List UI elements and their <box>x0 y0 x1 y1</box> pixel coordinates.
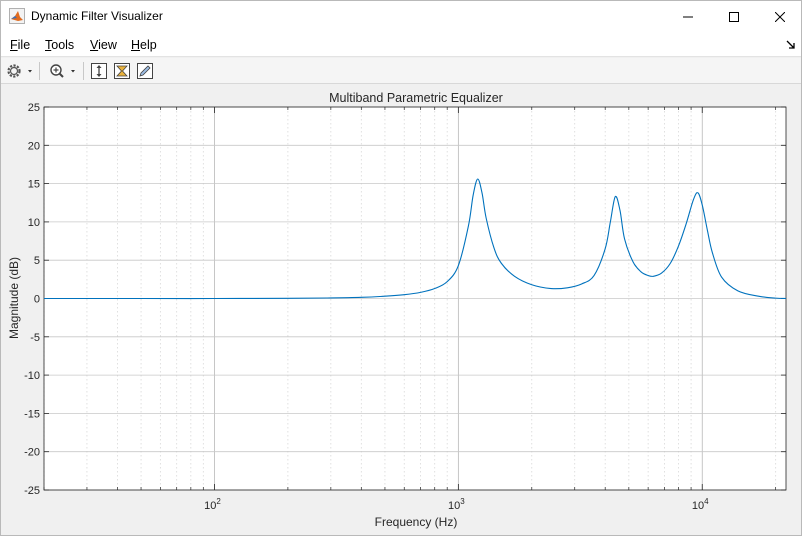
toolbar-separator <box>83 62 84 80</box>
figure-area[interactable]: Multiband Parametric Equalizer Frequency… <box>1 85 801 535</box>
x-axis-label: Frequency (Hz) <box>375 515 458 529</box>
matlab-logo-icon <box>9 8 25 24</box>
close-button[interactable] <box>757 1 802 32</box>
frequency-range-icon <box>114 63 130 79</box>
menu-bar: File Tools View Help <box>1 32 801 57</box>
y-tick-label: -15 <box>24 408 40 420</box>
dock-arrow-icon[interactable] <box>786 40 796 50</box>
maximize-button[interactable] <box>711 1 757 32</box>
menu-tools[interactable]: Tools <box>45 38 74 52</box>
y-tick-label: 15 <box>28 179 40 191</box>
zoom-in-icon <box>50 64 75 78</box>
toolbar-separator <box>39 62 40 80</box>
frequency-range-button[interactable] <box>113 61 131 81</box>
y-tick-label: -5 <box>30 332 40 344</box>
y-tick-label: 25 <box>28 102 40 114</box>
close-icon <box>775 11 785 22</box>
y-tick-label: 5 <box>34 255 40 267</box>
y-tick-label: -25 <box>24 485 40 497</box>
title-bar[interactable]: Dynamic Filter Visualizer <box>1 1 801 32</box>
menu-view[interactable]: View <box>90 38 117 52</box>
maximize-icon <box>729 11 739 22</box>
y-tick-label: 0 <box>34 294 40 306</box>
y-tick-label: 20 <box>28 140 40 152</box>
x-tick-label: 103 <box>448 497 465 512</box>
minimize-button[interactable] <box>665 1 711 32</box>
y-tick-label: 10 <box>28 217 40 229</box>
pen-edit-icon <box>137 63 153 79</box>
y-tick-label: -20 <box>24 447 40 459</box>
autoscale-y-icon <box>91 63 107 79</box>
settings-button[interactable] <box>5 61 35 81</box>
zoom-button[interactable] <box>47 61 79 81</box>
magnitude-response-chart[interactable]: Multiband Parametric Equalizer Frequency… <box>1 85 801 535</box>
edit-button[interactable] <box>136 61 154 81</box>
settings-icon <box>7 64 32 78</box>
x-tick-label: 104 <box>692 497 709 512</box>
chart-title: Multiband Parametric Equalizer <box>329 91 503 105</box>
window-title: Dynamic Filter Visualizer <box>31 9 163 23</box>
minimize-icon <box>683 16 693 17</box>
menu-file[interactable]: File <box>10 38 30 52</box>
menu-help[interactable]: Help <box>131 38 157 52</box>
toolbar <box>1 58 801 84</box>
x-tick-label: 102 <box>204 497 221 512</box>
autoscale-button[interactable] <box>90 61 108 81</box>
y-tick-label: -10 <box>24 370 40 382</box>
y-axis-label: Magnitude (dB) <box>7 257 21 339</box>
app-window: Dynamic Filter Visualizer File Tools Vie… <box>0 0 802 536</box>
